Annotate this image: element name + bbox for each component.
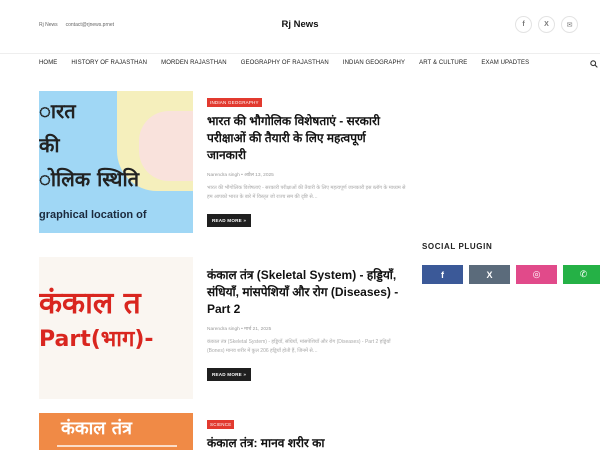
post-thumbnail[interactable]: कंकाल तंत्र	[39, 413, 193, 450]
nav-item-indian-geography[interactable]: INDIAN GEOGRAPHY	[343, 60, 405, 66]
main-nav: HOME HISTORY OF RAJASTHAN MORDEN RAJASTH…	[39, 60, 529, 66]
thumbnail-text: कंकाल त	[39, 286, 141, 321]
thumbnail-caption: graphical location of	[39, 209, 147, 221]
facebook-icon[interactable]: f	[515, 16, 532, 33]
top-bar: Rj News contact@rjnews.prnet Rj News f X…	[0, 0, 600, 52]
post-title[interactable]: कंकाल तंत्र (Skeletal System) - हड्डियाँ…	[207, 267, 407, 318]
post-author[interactable]: Narendra singh	[207, 327, 240, 332]
read-more-button[interactable]: READ MORE »	[207, 214, 252, 227]
category-badge[interactable]: INDIAN GEOGRAPHY	[207, 98, 262, 107]
social-plugin-buttons: f X ◎ ✆	[422, 265, 600, 284]
thumbnail-text: कंकाल तंत्र	[61, 418, 132, 439]
post-thumbnail[interactable]: कंकाल त Part(भाग)-	[39, 257, 193, 399]
post-meta: Narendra singh • अप्रैल 13, 2025	[207, 172, 407, 178]
site-logo[interactable]: Rj News	[0, 19, 600, 30]
thumbnail-text: की	[39, 133, 60, 157]
x-icon[interactable]: X	[538, 16, 555, 33]
instagram-icon[interactable]: ◎	[516, 265, 557, 284]
facebook-icon[interactable]: f	[422, 265, 463, 284]
nav-item-art-culture[interactable]: ART & CULTURE	[419, 60, 467, 66]
post-excerpt: भारत की भौगोलिक विशेषताएं - सरकारी परीक्…	[207, 185, 406, 200]
nav-item-home[interactable]: HOME	[39, 60, 57, 66]
nav-item-exam-updates[interactable]: EXAM UPADTES	[481, 60, 529, 66]
header-divider	[0, 53, 600, 54]
post-excerpt: कंकाल तंत्र (Skeletal System) - हड्डियाँ…	[207, 339, 391, 354]
post-meta: Narendra singh • मार्च 21, 2025	[207, 326, 407, 332]
x-icon[interactable]: X	[469, 265, 510, 284]
thumbnail-text: ारत	[39, 99, 76, 123]
post-thumbnail[interactable]: ारत की ोलिक स्थिति graphical location of	[39, 91, 193, 233]
thumbnail-text: ोलिक स्थिति	[39, 167, 140, 191]
nav-item-morden-rajasthan[interactable]: MORDEN RAJASTHAN	[161, 60, 227, 66]
social-plugin-title: SOCIAL PLUGIN	[422, 242, 493, 251]
read-more-button[interactable]: READ MORE »	[207, 368, 252, 381]
nav-item-history-of-rajasthan[interactable]: HISTORY OF RAJASTHAN	[71, 60, 147, 66]
post-body: INDIAN GEOGRAPHY भारत की भौगोलिक विशेषता…	[207, 91, 407, 227]
category-badge[interactable]: SCIENCE	[207, 420, 235, 429]
thumbnail-decoration	[57, 445, 177, 447]
post-date: मार्च 21, 2025	[244, 327, 272, 332]
post-title[interactable]: कंकाल तंत्र: मानव शरीर का	[207, 435, 407, 450]
nav-item-geography-of-rajasthan[interactable]: GEOGRAPHY OF RAJASTHAN	[241, 60, 329, 66]
post-body: SCIENCE कंकाल तंत्र: मानव शरीर का	[207, 413, 407, 450]
post-author[interactable]: Narendra singh	[207, 173, 240, 178]
mail-icon[interactable]: ✉	[561, 16, 578, 33]
whatsapp-icon[interactable]: ✆	[563, 265, 600, 284]
search-icon[interactable]	[590, 60, 598, 68]
top-social-icons: f X ✉	[515, 16, 578, 33]
post-title[interactable]: भारत की भौगोलिक विशेषताएं - सरकारी परीक्…	[207, 113, 407, 164]
post-date: अप्रैल 13, 2025	[244, 173, 274, 178]
post-body: कंकाल तंत्र (Skeletal System) - हड्डियाँ…	[207, 263, 407, 381]
thumbnail-text: Part(भाग)-	[39, 327, 154, 352]
